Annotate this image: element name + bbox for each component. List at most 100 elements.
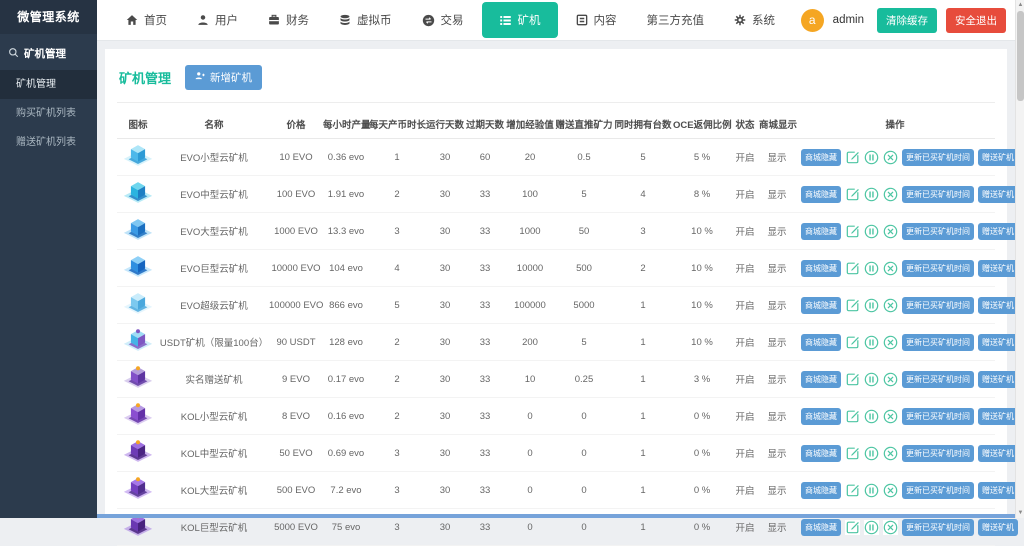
cell-rebate: 0 %: [673, 448, 731, 459]
mall-hide-button[interactable]: 商城隐藏: [801, 186, 841, 203]
update-bought-time-button[interactable]: 更新已买矿机时间: [902, 223, 974, 240]
edit-icon[interactable]: [845, 409, 860, 424]
nav-item-0[interactable]: 首页: [111, 0, 182, 40]
update-bought-time-button[interactable]: 更新已买矿机时间: [902, 482, 974, 499]
nav-item-2[interactable]: 财务: [253, 0, 324, 40]
disable-icon[interactable]: [883, 187, 898, 202]
sidebar-item-2[interactable]: 赠送矿机列表: [0, 128, 97, 157]
logout-button[interactable]: 安全退出: [946, 8, 1006, 33]
edit-icon[interactable]: [845, 150, 860, 165]
gift-miner-button[interactable]: 赠送矿机: [978, 408, 1018, 425]
nav-item-7[interactable]: 第三方充值: [632, 0, 720, 40]
update-bought-time-button[interactable]: 更新已买矿机时间: [902, 519, 974, 536]
scroll-up-icon[interactable]: ▲: [1016, 0, 1024, 10]
edit-icon[interactable]: [845, 446, 860, 461]
mall-hide-button[interactable]: 商城隐藏: [801, 297, 841, 314]
edit-icon[interactable]: [845, 224, 860, 239]
gift-miner-button[interactable]: 赠送矿机: [978, 297, 1018, 314]
gift-miner-button[interactable]: 赠送矿机: [978, 371, 1018, 388]
cell-gift_power: 0: [555, 522, 613, 533]
nav-item-6[interactable]: 内容: [561, 0, 632, 40]
pause-icon[interactable]: [864, 372, 879, 387]
disable-icon[interactable]: [883, 520, 898, 535]
nav-item-1[interactable]: 用户: [182, 0, 253, 40]
pause-icon[interactable]: [864, 261, 879, 276]
top-navbar: 首页用户财务虚拟币交易矿机内容第三方充值系统 a admin 清除缓存 安全退出: [97, 0, 1024, 41]
disable-icon[interactable]: [883, 446, 898, 461]
pause-icon[interactable]: [864, 520, 879, 535]
clear-cache-button[interactable]: 清除缓存: [877, 8, 937, 33]
mall-hide-button[interactable]: 商城隐藏: [801, 445, 841, 462]
gift-miner-button[interactable]: 赠送矿机: [978, 149, 1018, 166]
mall-hide-button[interactable]: 商城隐藏: [801, 223, 841, 240]
update-bought-time-button[interactable]: 更新已买矿机时间: [902, 186, 974, 203]
update-bought-time-button[interactable]: 更新已买矿机时间: [902, 371, 974, 388]
miner-list-icon: [499, 14, 512, 27]
update-bought-time-button[interactable]: 更新已买矿机时间: [902, 334, 974, 351]
gift-miner-button[interactable]: 赠送矿机: [978, 482, 1018, 499]
mall-hide-button[interactable]: 商城隐藏: [801, 482, 841, 499]
update-bought-time-button[interactable]: 更新已买矿机时间: [902, 260, 974, 277]
vertical-scrollbar-thumb[interactable]: [1017, 11, 1024, 101]
pause-icon[interactable]: [864, 409, 879, 424]
gift-miner-button[interactable]: 赠送矿机: [978, 519, 1018, 536]
disable-icon[interactable]: [883, 298, 898, 313]
miner-icon: [117, 291, 159, 320]
disable-icon[interactable]: [883, 483, 898, 498]
mall-hide-button[interactable]: 商城隐藏: [801, 260, 841, 277]
disable-icon[interactable]: [883, 224, 898, 239]
sidebar-group-miner-management[interactable]: 矿机管理: [0, 34, 97, 70]
nav-item-8[interactable]: 系统: [719, 0, 790, 40]
disable-icon[interactable]: [883, 261, 898, 276]
pause-icon[interactable]: [864, 446, 879, 461]
sidebar-item-1[interactable]: 购买矿机列表: [0, 99, 97, 128]
sidebar-item-0[interactable]: 矿机管理: [0, 70, 97, 99]
scroll-down-icon[interactable]: ▼: [1016, 508, 1024, 518]
cell-daily_hours: 4: [369, 263, 425, 274]
pause-icon[interactable]: [864, 224, 879, 239]
edit-icon[interactable]: [845, 298, 860, 313]
exchange-icon: [422, 14, 435, 27]
mall-hide-button[interactable]: 商城隐藏: [801, 519, 841, 536]
gift-miner-button[interactable]: 赠送矿机: [978, 186, 1018, 203]
update-bought-time-button[interactable]: 更新已买矿机时间: [902, 149, 974, 166]
edit-icon[interactable]: [845, 483, 860, 498]
mall-hide-button[interactable]: 商城隐藏: [801, 408, 841, 425]
vertical-scrollbar[interactable]: ▲ ▼: [1015, 0, 1024, 518]
avatar[interactable]: a: [801, 9, 824, 32]
miner-icon: [117, 254, 159, 283]
nav-item-5[interactable]: 矿机: [482, 2, 558, 38]
edit-icon[interactable]: [845, 520, 860, 535]
gift-miner-button[interactable]: 赠送矿机: [978, 260, 1018, 277]
edit-icon[interactable]: [845, 335, 860, 350]
gift-miner-button[interactable]: 赠送矿机: [978, 223, 1018, 240]
update-bought-time-button[interactable]: 更新已买矿机时间: [902, 408, 974, 425]
pause-icon[interactable]: [864, 483, 879, 498]
pause-icon[interactable]: [864, 335, 879, 350]
horizontal-scrollbar-thumb[interactable]: [97, 514, 1015, 518]
edit-icon[interactable]: [845, 261, 860, 276]
edit-icon[interactable]: [845, 372, 860, 387]
disable-icon[interactable]: [883, 372, 898, 387]
pause-icon[interactable]: [864, 298, 879, 313]
mall-hide-button[interactable]: 商城隐藏: [801, 371, 841, 388]
cell-expire_days: 33: [465, 411, 505, 422]
edit-icon[interactable]: [845, 187, 860, 202]
mall-hide-button[interactable]: 商城隐藏: [801, 334, 841, 351]
cell-mall: 显示: [759, 224, 795, 238]
mall-hide-button[interactable]: 商城隐藏: [801, 149, 841, 166]
update-bought-time-button[interactable]: 更新已买矿机时间: [902, 297, 974, 314]
disable-icon[interactable]: [883, 409, 898, 424]
nav-item-3[interactable]: 虚拟币: [324, 0, 407, 40]
nav-item-4[interactable]: 交易: [407, 0, 479, 40]
cell-run_days: 30: [425, 152, 465, 163]
gift-miner-button[interactable]: 赠送矿机: [978, 445, 1018, 462]
disable-icon[interactable]: [883, 335, 898, 350]
pause-icon[interactable]: [864, 150, 879, 165]
cell-daily_hours: 1: [369, 152, 425, 163]
pause-icon[interactable]: [864, 187, 879, 202]
gift-miner-button[interactable]: 赠送矿机: [978, 334, 1018, 351]
update-bought-time-button[interactable]: 更新已买矿机时间: [902, 445, 974, 462]
disable-icon[interactable]: [883, 150, 898, 165]
add-miner-button[interactable]: 新增矿机: [185, 65, 262, 90]
